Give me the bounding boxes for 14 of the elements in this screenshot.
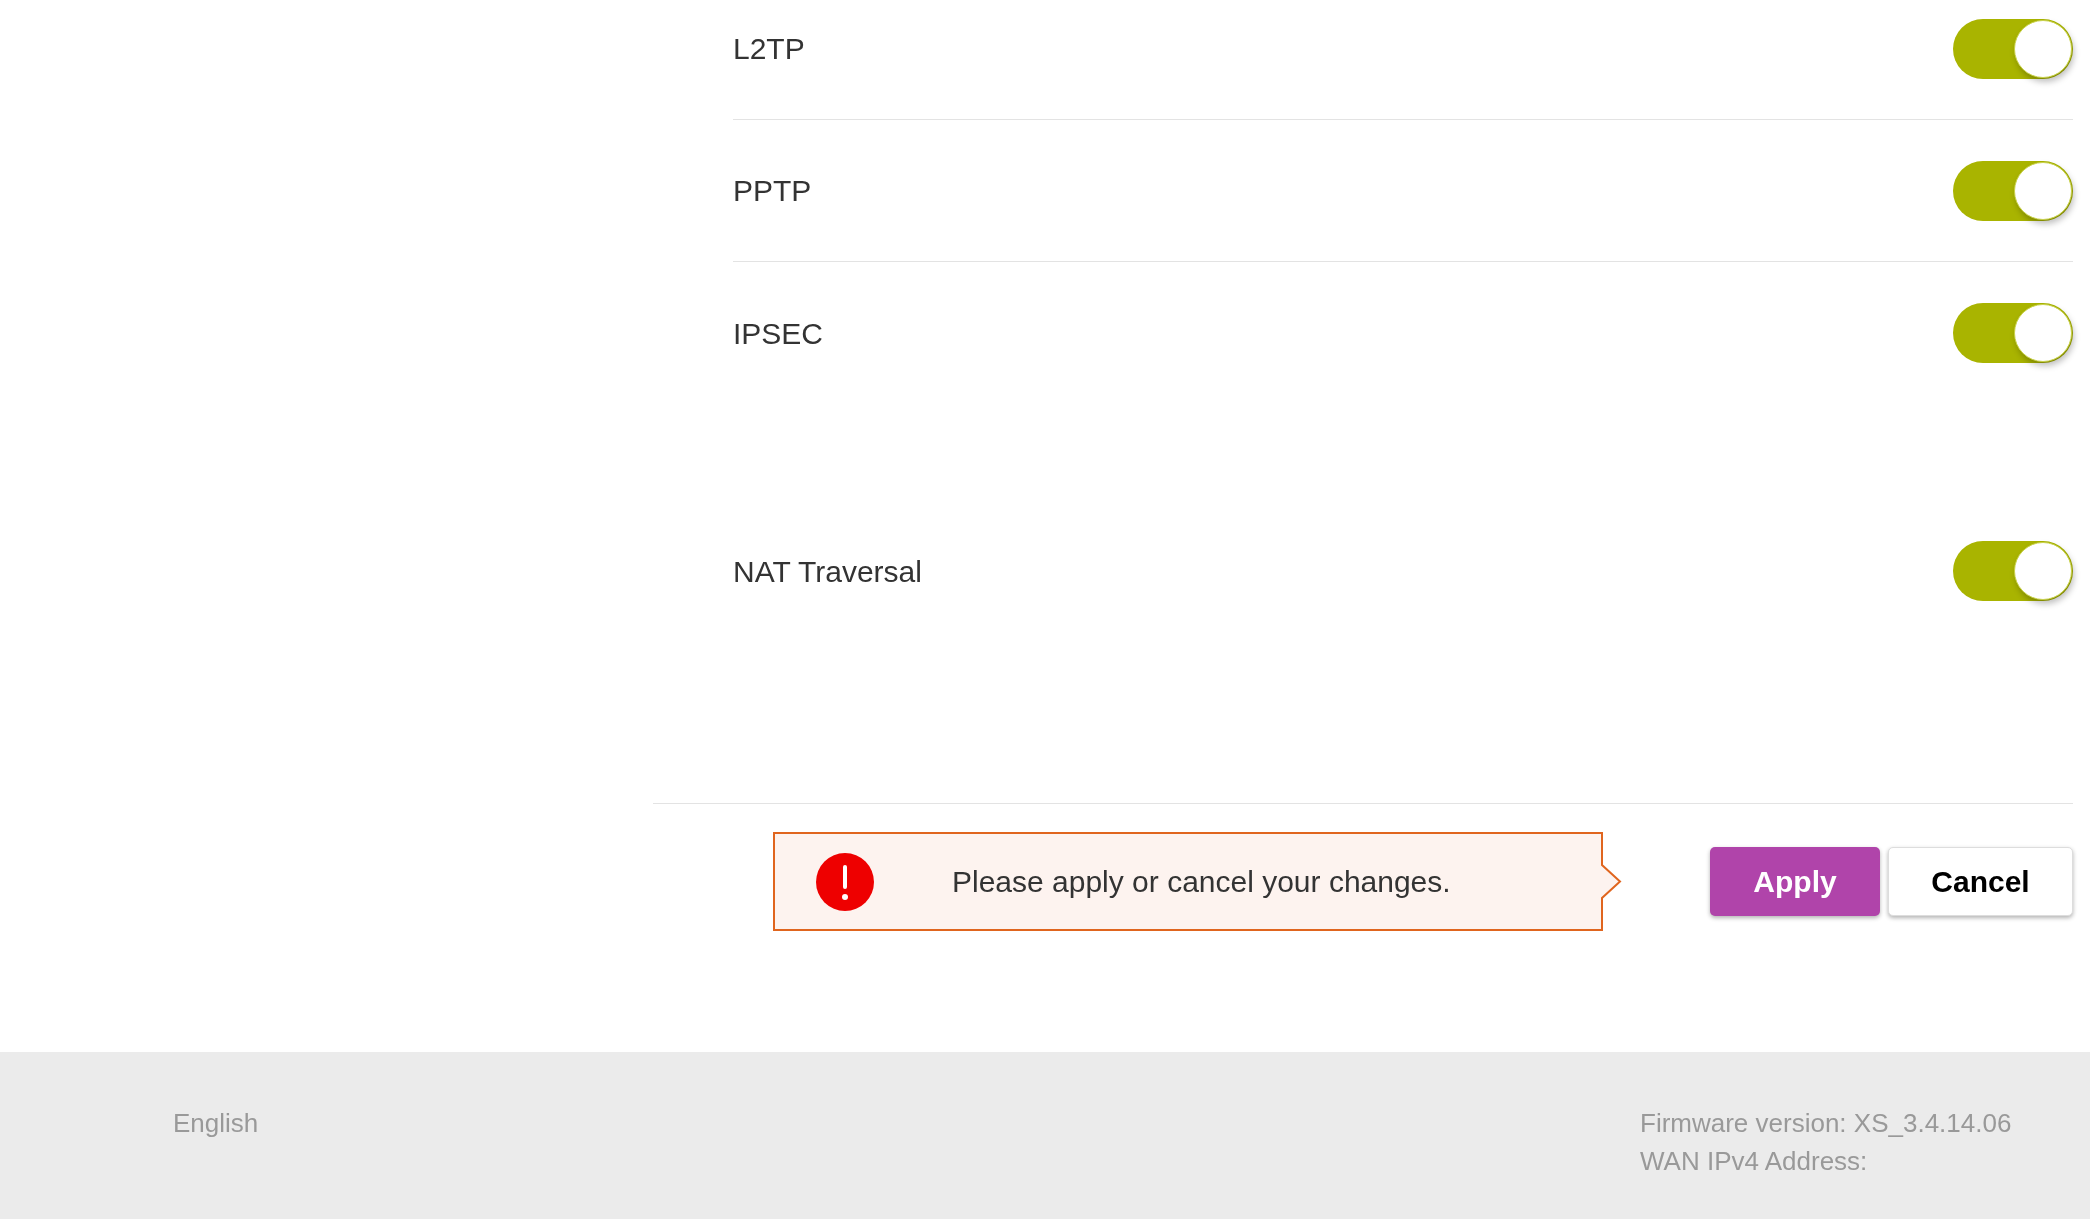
setting-label: NAT Traversal <box>733 553 922 590</box>
notice-message: Please apply or cancel your changes. <box>952 864 1451 900</box>
toggle-switch[interactable] <box>1953 18 2073 79</box>
firmware-version: Firmware version: XS_3.4.14.06 <box>1640 1107 2013 1140</box>
setting-label: IPSEC <box>733 315 824 352</box>
toggle-switch[interactable] <box>1953 303 2073 363</box>
setting-label: PPTP <box>733 173 812 209</box>
toggle-switch[interactable] <box>1953 160 2073 221</box>
apply-button[interactable]: Apply <box>1710 847 1880 916</box>
alert-icon <box>816 852 874 911</box>
toggle-switch[interactable] <box>1953 541 2073 601</box>
wan-address: WAN IPv4 Address: <box>1640 1145 1869 1178</box>
cancel-button[interactable]: Cancel <box>1888 847 2073 916</box>
setting-label: L2TP <box>733 31 805 67</box>
